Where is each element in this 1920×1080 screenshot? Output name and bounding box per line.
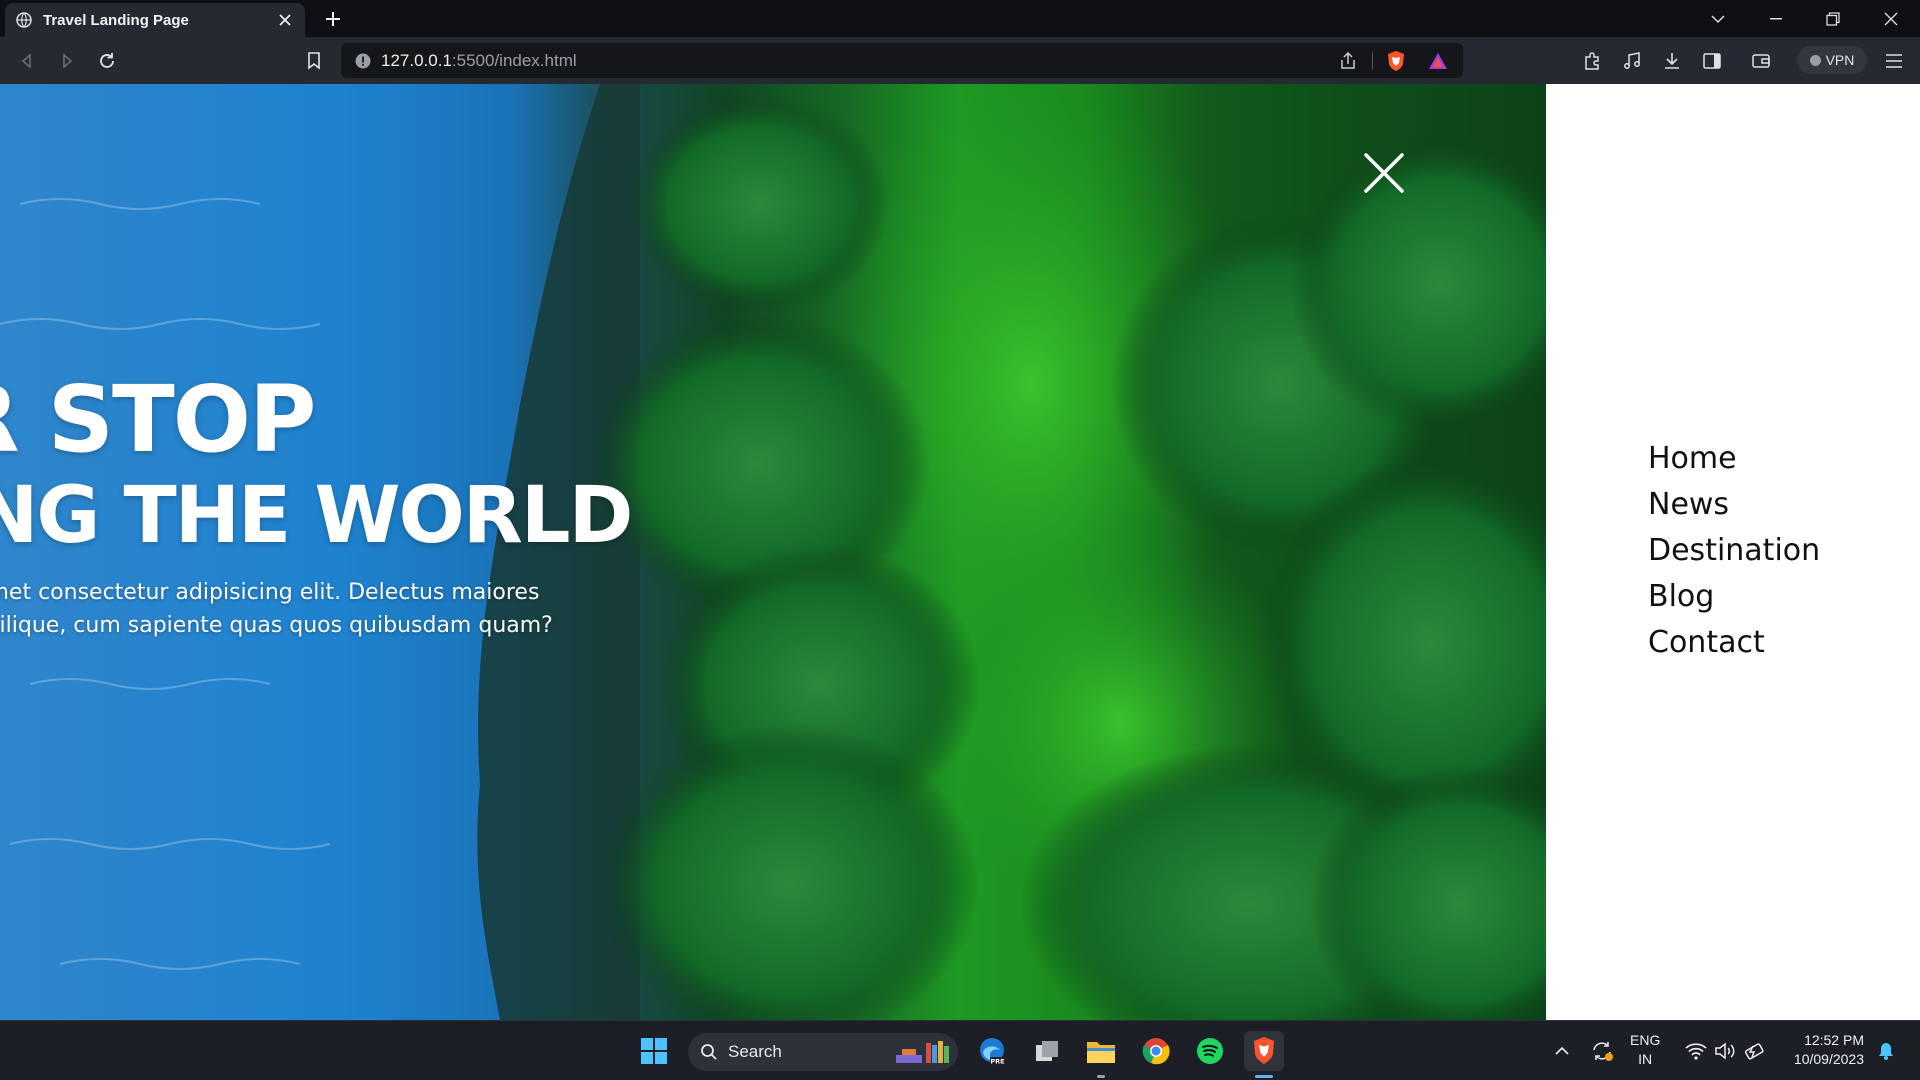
vpn-button[interactable]: VPN: [1797, 46, 1867, 74]
menu-item-news: News: [1648, 482, 1820, 528]
clock-date: 10/09/2023: [1793, 1051, 1864, 1067]
address-bar[interactable]: 127.0.0.1:5500/index.html: [341, 43, 1463, 78]
menu-item-blog: Blog: [1648, 574, 1820, 620]
hero-heading-line2: RING THE WORLD: [0, 471, 633, 561]
notification-bell-icon[interactable]: [1874, 1039, 1898, 1063]
download-icon[interactable]: [1660, 49, 1684, 73]
globe-icon: [15, 11, 33, 29]
extensions-icon[interactable]: [1580, 49, 1604, 73]
restore-button[interactable]: [1818, 6, 1848, 32]
spotify-icon[interactable]: [1190, 1031, 1230, 1071]
forward-button[interactable]: [54, 48, 80, 74]
reload-button[interactable]: [94, 48, 120, 74]
menu-link-destination[interactable]: Destination: [1648, 528, 1820, 574]
sidebar-toggle-icon[interactable]: [1700, 49, 1724, 73]
hero-description: amet consectetur adipisicing elit. Delec…: [0, 576, 774, 642]
url-divider: [1372, 52, 1373, 69]
hero-description-line2: imilique, cum sapiente quas quos quibusd…: [0, 613, 553, 638]
share-icon[interactable]: [1337, 51, 1359, 71]
search-highlight-icon: [892, 1037, 954, 1067]
menu-link-contact[interactable]: Contact: [1648, 620, 1765, 666]
menu-link-news[interactable]: News: [1648, 482, 1729, 528]
tab-title: Travel Landing Page: [43, 11, 189, 29]
vpn-status-icon: [1809, 54, 1821, 66]
windows-start-icon[interactable]: [634, 1031, 674, 1071]
menu-list: Home News Destination Blog Contact: [1648, 436, 1820, 666]
explorer-open-indicator: [1097, 1075, 1105, 1078]
back-button[interactable]: [14, 48, 40, 74]
browser-toolbar: 127.0.0.1:5500/index.html VPN: [0, 37, 1920, 84]
taskbar-search-box[interactable]: Search: [688, 1033, 958, 1071]
menu-item-home: Home: [1648, 436, 1820, 482]
task-view-icon[interactable]: [1027, 1031, 1067, 1071]
menu-item-destination: Destination: [1648, 528, 1820, 574]
hero-section: ER STOP RING THE WORLD amet consectetur …: [0, 84, 1546, 1020]
svg-text:PRE: PRE: [990, 1058, 1004, 1066]
brave-browser-icon[interactable]: [1244, 1031, 1284, 1071]
browser-tab-strip: Travel Landing Page: [0, 0, 1920, 37]
brave-rewards-icon[interactable]: [1427, 51, 1449, 71]
search-icon: [700, 1043, 718, 1061]
language-indicator[interactable]: ENG IN: [1630, 1031, 1660, 1069]
show-hidden-icons-chevron-icon[interactable]: [1550, 1039, 1574, 1063]
menu-link-home[interactable]: Home: [1648, 436, 1737, 482]
close-window-button[interactable]: [1876, 6, 1906, 32]
new-tab-button[interactable]: [320, 6, 346, 32]
hero-description-line1: amet consectetur adipisicing elit. Delec…: [0, 580, 540, 605]
brave-shields-icon[interactable]: [1385, 51, 1407, 71]
side-navigation-menu: Home News Destination Blog Contact: [1546, 84, 1920, 1020]
url-host: 127.0.0.1: [381, 50, 452, 70]
wallet-icon[interactable]: [1749, 49, 1773, 73]
hero-heading-line1: ER STOP: [0, 366, 316, 473]
clock[interactable]: 12:52 PM 10/09/2023: [1782, 1031, 1864, 1069]
menu-link-blog[interactable]: Blog: [1648, 574, 1714, 620]
chrome-icon[interactable]: [1136, 1031, 1176, 1071]
site-info-icon[interactable]: [355, 53, 371, 69]
tab-close-icon[interactable]: [275, 10, 295, 30]
brave-active-indicator: [1255, 1075, 1273, 1078]
sync-icon[interactable]: [1590, 1039, 1614, 1063]
hero-heading: ER STOP RING THE WORLD: [0, 366, 633, 566]
clock-time: 12:52 PM: [1804, 1032, 1864, 1048]
wifi-icon[interactable]: [1684, 1039, 1708, 1063]
edge-beta-icon[interactable]: PRE: [972, 1031, 1012, 1071]
browser-tab[interactable]: Travel Landing Page: [5, 3, 305, 37]
close-menu-icon[interactable]: [1363, 152, 1405, 194]
music-icon[interactable]: [1620, 49, 1644, 73]
minimize-button[interactable]: [1761, 6, 1791, 32]
bookmark-icon[interactable]: [301, 48, 327, 74]
vpn-label: VPN: [1825, 52, 1855, 68]
language-line1: ENG: [1630, 1032, 1661, 1048]
file-explorer-icon[interactable]: [1081, 1031, 1121, 1071]
taskbar: Search PRE ENG IN 12:52 PM 10/09/2023: [0, 1020, 1920, 1080]
menu-icon[interactable]: [1882, 49, 1906, 73]
tab-search-chevron-icon[interactable]: [1703, 6, 1733, 32]
volume-icon[interactable]: [1713, 1039, 1737, 1063]
menu-item-contact: Contact: [1648, 620, 1820, 666]
search-label: Search: [728, 1042, 782, 1061]
battery-icon[interactable]: [1743, 1039, 1767, 1063]
page-viewport: ER STOP RING THE WORLD amet consectetur …: [0, 84, 1920, 1020]
url-path: :5500/index.html: [451, 50, 577, 70]
language-line2: IN: [1638, 1051, 1653, 1067]
